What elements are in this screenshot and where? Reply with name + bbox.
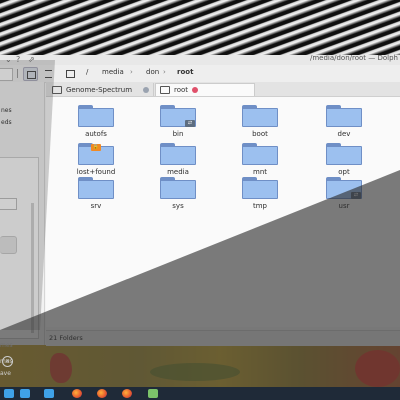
breadcrumb-media[interactable]: media (102, 68, 124, 76)
firefox-icon[interactable] (72, 389, 82, 398)
wallpaper-decoration (150, 363, 240, 381)
folder-item[interactable]: tmp (230, 177, 290, 215)
sidebar-item[interactable]: ave (0, 370, 11, 377)
tab-root[interactable]: root (155, 83, 255, 96)
folder-item[interactable]: sys (148, 177, 208, 215)
sidebar-item[interactable]: nes (1, 107, 12, 114)
sidebar-panel (0, 157, 39, 339)
folder-name: autofs (85, 130, 107, 138)
folder-name: opt (338, 168, 350, 176)
lock-emblem-icon: 🔒 (91, 144, 101, 151)
folder-item[interactable]: opt (314, 143, 374, 181)
breadcrumb-root[interactable]: / (86, 68, 88, 76)
status-bar: 21 Folders (46, 330, 400, 346)
desktop-wallpaper-top (0, 0, 400, 60)
folder-name: media (167, 168, 189, 176)
tab-genome-spectrum[interactable]: Genome-Spectrum (48, 83, 154, 96)
sidebar-item[interactable]: eds (1, 119, 12, 126)
minimize-icon[interactable]: ? (16, 55, 20, 64)
folder-name: bin (172, 130, 184, 138)
toolbar-field[interactable] (0, 68, 13, 81)
toolbar: / media › don › root (0, 65, 400, 83)
folder-icon (242, 143, 278, 165)
folder-icon (160, 143, 196, 165)
sidebar-filter-input[interactable] (0, 198, 17, 210)
sidebar-item[interactable]: mes (0, 342, 13, 349)
folder-item[interactable]: ⇄ bin (148, 105, 208, 143)
split-view-button[interactable] (63, 67, 76, 79)
wallpaper-decoration (50, 353, 72, 383)
link-emblem-icon: ⇄ (185, 120, 195, 127)
folder-icon[interactable] (20, 389, 30, 398)
tab-bar: Genome-Spectrum root (46, 82, 400, 97)
folder-name: boot (252, 130, 268, 138)
window-titlebar[interactable]: ⌄ ? ⇗ /media/don/root — Dolph (0, 54, 400, 65)
folder-icon: 🔒 (78, 143, 114, 165)
folder-name: tmp (252, 202, 267, 210)
icons-view-button[interactable] (23, 67, 38, 81)
folder-icon[interactable] (4, 389, 14, 398)
folder-name: sys (172, 202, 184, 210)
details-view-button[interactable] (42, 67, 55, 79)
sidebar-button[interactable] (0, 236, 17, 254)
firefox-icon[interactable] (97, 389, 107, 398)
folder-icon (242, 177, 278, 199)
sidebar-scrollbar[interactable] (31, 203, 34, 333)
tab-close-icon[interactable] (192, 87, 198, 93)
folder-item[interactable]: ⇄ usr (314, 177, 374, 215)
pin-icon[interactable]: ⇗ (28, 55, 35, 64)
taskbar (0, 387, 400, 400)
folder-item[interactable]: boot (230, 105, 290, 143)
folder-name: mnt (253, 168, 267, 176)
folder-icon (326, 105, 362, 127)
folder-icon (326, 143, 362, 165)
status-text: 21 Folders (49, 334, 83, 342)
folder-item[interactable]: 🔒 lost+found (66, 143, 126, 181)
folder-name: usr (338, 202, 350, 210)
tab-label: root (174, 86, 189, 94)
folder-icon (52, 85, 62, 94)
close-icon[interactable]: ✕ (2, 356, 13, 367)
window-title: /media/don/root — Dolph (309, 54, 398, 62)
folder-item[interactable]: mnt (230, 143, 290, 181)
tab-close-icon[interactable] (143, 86, 149, 93)
desktop-wallpaper-bottom (0, 345, 400, 387)
folder-icon: ⇄ (160, 105, 196, 127)
folder-icon[interactable] (44, 389, 54, 398)
wallpaper-decoration (355, 350, 400, 387)
firefox-icon[interactable] (122, 389, 132, 398)
folder-item[interactable]: srv (66, 177, 126, 215)
folder-icon (160, 86, 170, 94)
folder-icon (242, 105, 278, 127)
folder-item[interactable]: media (148, 143, 208, 181)
tab-label: Genome-Spectrum (66, 85, 133, 94)
folder-item[interactable]: dev (314, 105, 374, 143)
folder-name: srv (90, 202, 102, 210)
folder-icon (78, 105, 114, 127)
breadcrumb-don[interactable]: don (146, 68, 159, 76)
toolbar-separator (17, 69, 18, 78)
file-view: autofs ⇄ bin boot dev 🔒 lost+found media (46, 97, 400, 327)
link-emblem-icon: ⇄ (351, 192, 361, 199)
folder-icon (160, 177, 196, 199)
folder-name: lost+found (76, 168, 116, 176)
folder-icon (78, 177, 114, 199)
breadcrumb-current[interactable]: root (177, 68, 193, 76)
dolphin-window: ⌄ ? ⇗ /media/don/root — Dolph / media › … (0, 54, 400, 349)
breadcrumb-separator-icon: › (130, 68, 133, 76)
image-viewer-icon[interactable] (148, 389, 158, 398)
window-menu-icon[interactable]: ⌄ (5, 55, 12, 64)
folder-item[interactable]: autofs (66, 105, 126, 143)
breadcrumb-separator-icon: › (163, 68, 166, 76)
places-sidebar: nes eds mes (0, 82, 45, 349)
folder-name: dev (337, 130, 351, 138)
folder-icon: ⇄ (326, 177, 362, 199)
